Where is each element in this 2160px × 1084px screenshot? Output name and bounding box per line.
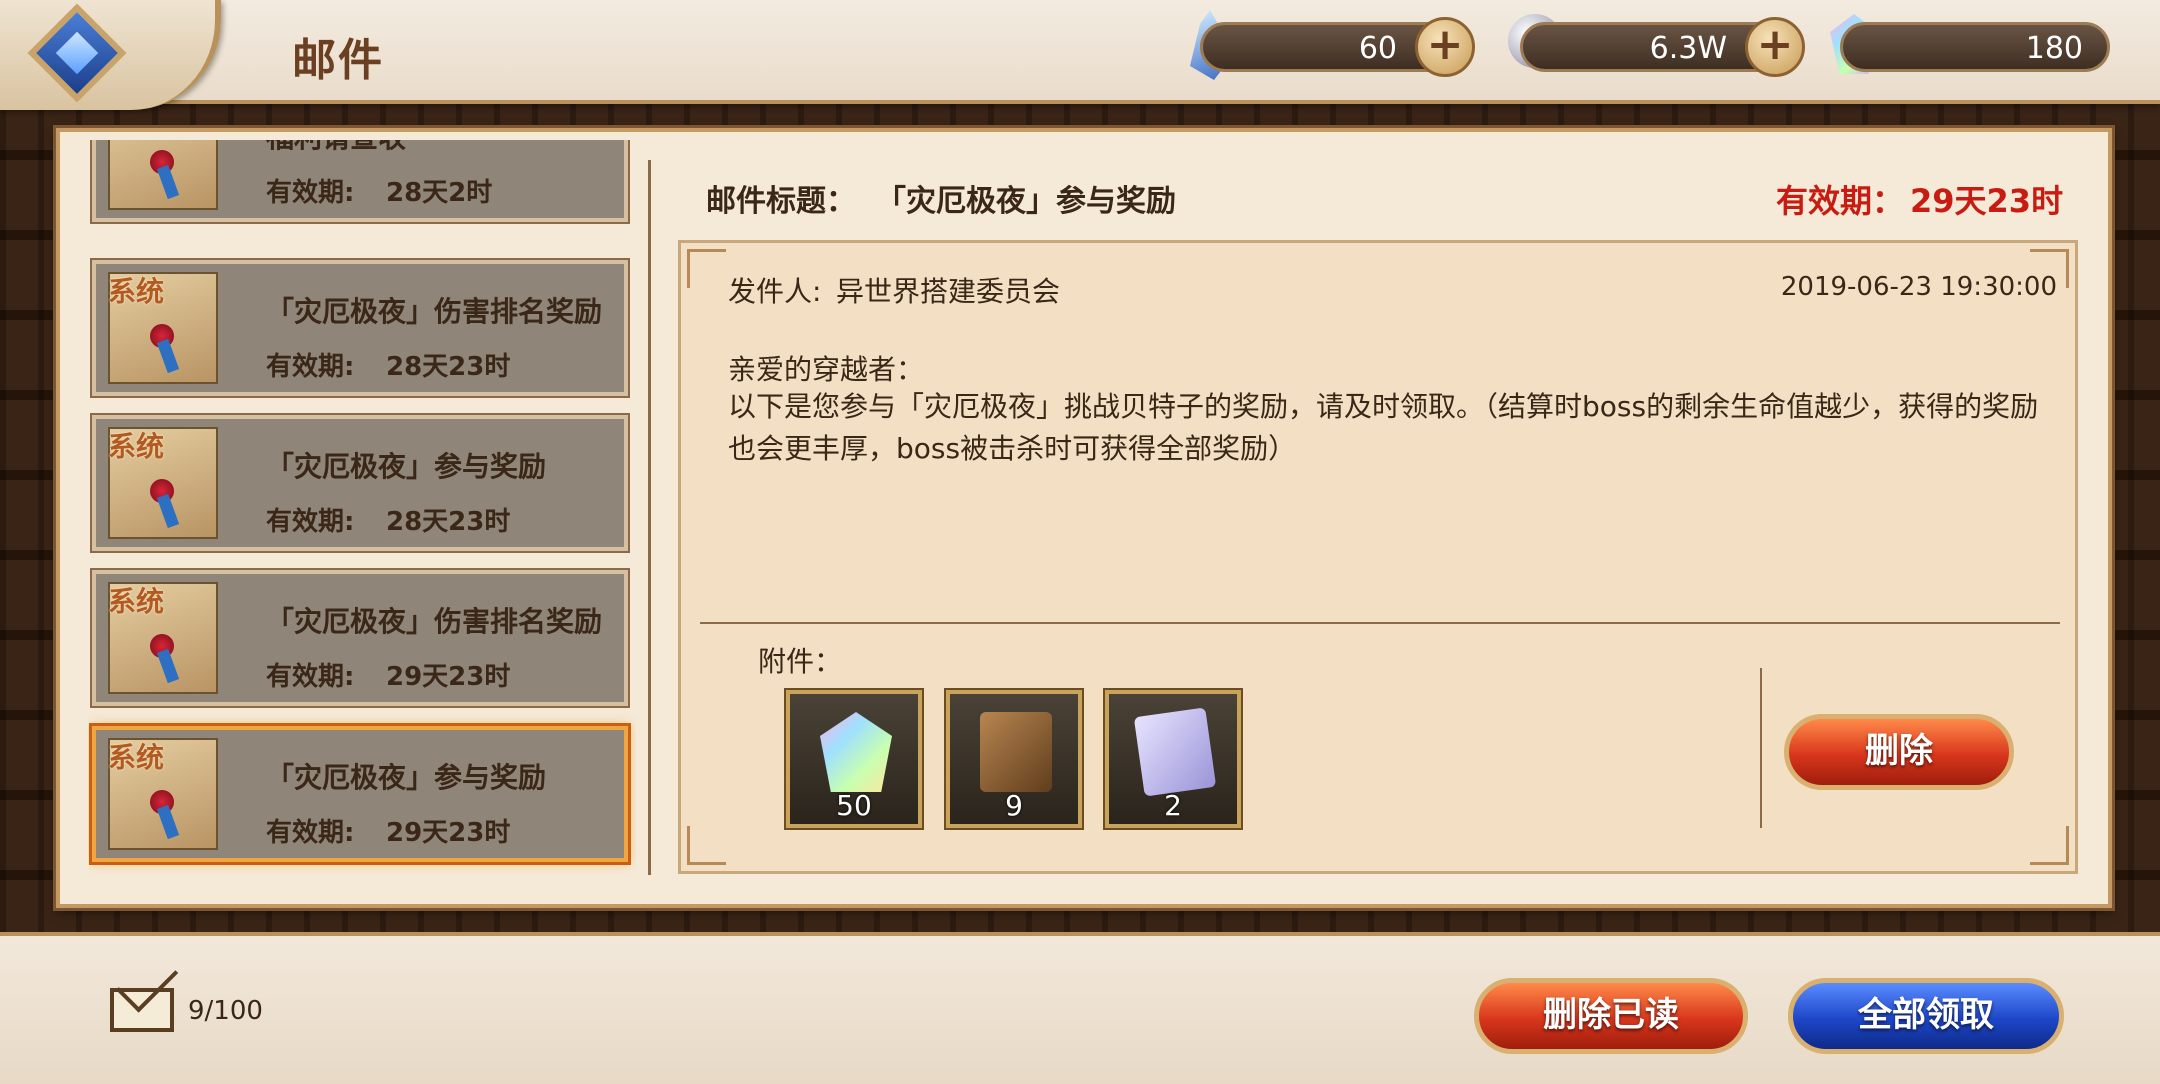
attachment-slot[interactable]: 50 [786, 690, 922, 828]
mail-expiry: 28天23时 [386, 507, 511, 537]
mail-expiry: 29天23时 [386, 818, 511, 848]
corner-ornament [2030, 826, 2069, 865]
envelope-icon [110, 988, 174, 1032]
mail-list[interactable]: 系统 福利请查收 有效期: 28天2时 系统 「灾厄极夜」伤害排名奖励 有效期:… [88, 140, 636, 875]
mail-count: 9/100 [188, 996, 263, 1026]
attachment-count: 9 [1005, 789, 1023, 822]
page-title: 邮件 [292, 35, 384, 86]
resource-silver: 6.3W + [1520, 17, 1805, 77]
mail-list-item[interactable]: 系统 「灾厄极夜」伤害排名奖励 有效期: 29天23时 [92, 570, 628, 706]
corner-ornament [687, 249, 726, 288]
rainbow-crystal-icon [820, 712, 892, 792]
mail-expiry: 29天23时 [386, 662, 511, 692]
validity-label: 有效期： [1776, 182, 1905, 220]
attachments-label: 附件： [758, 645, 843, 678]
mail-list-item[interactable]: 系统 福利请查收 有效期: 28天2时 [92, 140, 628, 222]
mail-expiry-label: 有效期: [266, 178, 355, 208]
panel-divider [648, 160, 651, 875]
sender-label: 发件人: [728, 275, 822, 308]
system-tag: 系统 [108, 741, 165, 774]
mail-date: 2019-06-23 19:30:00 [1780, 272, 2057, 302]
mail-expiry-label: 有效期: [266, 507, 355, 537]
mail-title: 「灾厄极夜」伤害排名奖励 [266, 295, 603, 328]
attachment-count: 2 [1164, 789, 1182, 822]
detail-title: 「灾厄极夜」参与奖励 [876, 184, 1176, 219]
delete-button[interactable]: 删除 [1784, 714, 2014, 790]
resource-potion: 60 + [1200, 17, 1475, 77]
system-tag: 系统 [108, 275, 165, 308]
card-pack-icon [1133, 707, 1217, 797]
resource-value: 6.3W [1649, 31, 1727, 66]
mail-title: 福利请查收 [266, 140, 406, 156]
mail-title: 「灾厄极夜」参与奖励 [266, 450, 547, 483]
resource-value: 60 [1358, 31, 1397, 66]
add-silver-button[interactable]: + [1745, 17, 1805, 77]
corner-ornament [687, 826, 726, 865]
mail-scroll-icon [108, 140, 218, 210]
delete-read-button[interactable]: 删除已读 [1474, 978, 1748, 1054]
mail-expiry: 28天2时 [386, 178, 493, 208]
sender-name: 异世界搭建委员会 [836, 275, 1061, 308]
system-tag: 系统 [108, 585, 165, 618]
mail-list-item[interactable]: 系统 「灾厄极夜」参与奖励 有效期: 28天23时 [92, 415, 628, 551]
claim-all-button[interactable]: 全部领取 [1788, 978, 2064, 1054]
resource-crystal: 180 [1840, 22, 2110, 72]
mail-list-item-selected[interactable]: 系统 「灾厄极夜」参与奖励 有效期: 29天23时 [92, 726, 628, 862]
attachment-divider [1760, 668, 1762, 828]
resource-value: 180 [2025, 31, 2083, 66]
attachment-slot[interactable]: 2 [1105, 690, 1241, 828]
back-diamond-icon [55, 31, 99, 75]
mail-title: 「灾厄极夜」伤害排名奖励 [266, 605, 603, 638]
mail-expiry-label: 有效期: [266, 818, 355, 848]
mail-expiry: 28天23时 [386, 352, 511, 382]
golden-book-icon [980, 712, 1052, 792]
mail-body: 以下是您参与「灾厄极夜」挑战贝特子的奖励，请及时领取。（结算时boss的剩余生命… [728, 390, 2039, 465]
mail-expiry-label: 有效期: [266, 662, 355, 692]
mail-title: 「灾厄极夜」参与奖励 [266, 761, 547, 794]
mail-expiry-label: 有效期: [266, 352, 355, 382]
mail-list-item[interactable]: 系统 「灾厄极夜」伤害排名奖励 有效期: 28天23时 [92, 260, 628, 396]
content-divider [700, 622, 2060, 624]
detail-title-label: 邮件标题： [706, 184, 856, 219]
attachment-slot[interactable]: 9 [946, 690, 1082, 828]
add-potion-button[interactable]: + [1415, 17, 1475, 77]
system-tag: 系统 [108, 430, 165, 463]
attachment-count: 50 [836, 789, 872, 822]
validity-value: 29天23时 [1910, 182, 2064, 220]
mail-greeting: 亲爱的穿越者： [728, 353, 925, 386]
